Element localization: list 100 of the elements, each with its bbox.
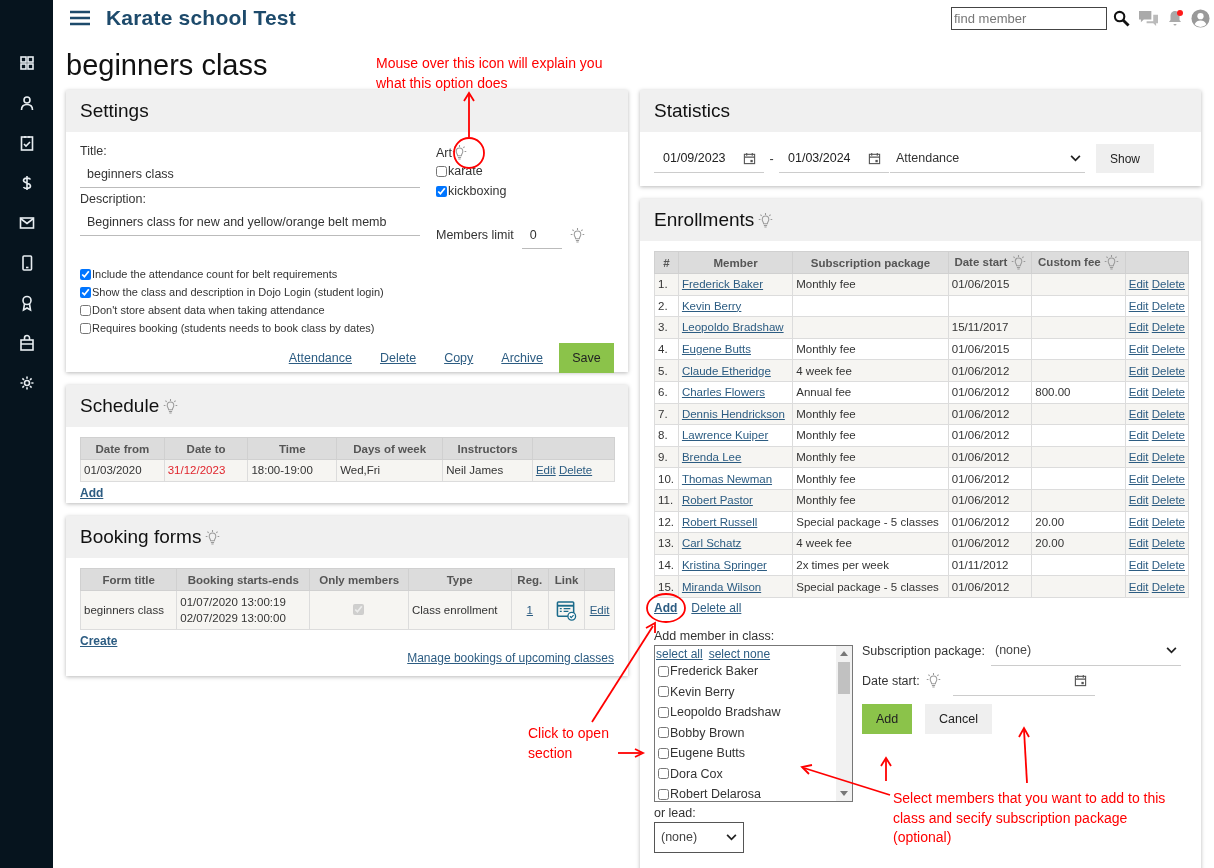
- action-link[interactable]: Attendance: [288, 351, 352, 365]
- row-action-link[interactable]: Delete: [1151, 321, 1185, 334]
- calendar-icon[interactable]: [1073, 673, 1087, 687]
- row-action-link[interactable]: Delete: [1151, 451, 1185, 464]
- action-link[interactable]: Delete: [380, 351, 417, 365]
- lightbulb-icon[interactable]: [758, 211, 774, 229]
- table-cell: 8.: [654, 424, 679, 447]
- row-action-link[interactable]: Delete: [1151, 537, 1185, 550]
- checkbox[interactable]: [658, 727, 669, 739]
- row-action-link[interactable]: Delete: [1151, 343, 1185, 356]
- registrations-link[interactable]: 1: [526, 604, 533, 616]
- menu-icon[interactable]: [70, 10, 90, 26]
- checkbox[interactable]: [658, 747, 669, 759]
- date-field[interactable]: 01/09/2023: [654, 144, 764, 173]
- row-action-link[interactable]: Delete: [1151, 386, 1185, 399]
- create-link[interactable]: Create: [80, 634, 118, 648]
- add-button[interactable]: Add: [862, 703, 912, 734]
- calendar-icon[interactable]: [868, 151, 881, 165]
- select-all-link[interactable]: select all: [656, 646, 703, 661]
- checkbox-label: Eugene Butts: [670, 746, 746, 761]
- row-action-link[interactable]: Edit: [1128, 580, 1149, 593]
- scrollbar[interactable]: [836, 645, 852, 801]
- manage-bookings-link[interactable]: Manage bookings of upcoming classes: [407, 651, 614, 665]
- row-action-link[interactable]: Delete: [558, 464, 593, 477]
- row-action-link[interactable]: Edit: [1128, 494, 1149, 507]
- row-action-link[interactable]: Delete: [1151, 559, 1185, 571]
- row-action-link[interactable]: Edit: [1128, 343, 1149, 356]
- action-link[interactable]: Archive: [501, 351, 543, 365]
- row-action-link[interactable]: Delete: [1151, 407, 1185, 420]
- checkbox[interactable]: [658, 706, 669, 718]
- checkbox[interactable]: [80, 304, 91, 316]
- row-action-link[interactable]: Edit: [535, 464, 556, 477]
- row-action-link[interactable]: Edit: [1128, 451, 1149, 464]
- column-header: Form title: [80, 568, 177, 591]
- row-action-link[interactable]: Edit: [1128, 278, 1149, 291]
- title-field[interactable]: beginners class: [80, 160, 420, 188]
- select-none-link[interactable]: select none: [708, 646, 771, 661]
- row-action-link[interactable]: Edit: [1128, 559, 1149, 571]
- row-action-link[interactable]: Edit: [1128, 321, 1149, 334]
- checkbox[interactable]: [658, 788, 669, 800]
- lightbulb-icon[interactable]: [925, 672, 941, 690]
- delete-all-link[interactable]: Delete all: [691, 600, 742, 615]
- settings-icon[interactable]: [18, 374, 35, 392]
- description-field[interactable]: Beginners class for new and yellow/orange belt memb: [80, 208, 420, 236]
- field-label: or lead:: [654, 805, 697, 820]
- row-action-link[interactable]: Delete: [1151, 278, 1185, 291]
- show-button[interactable]: Show: [1096, 144, 1154, 173]
- row-action-link[interactable]: Delete: [1151, 472, 1185, 485]
- row-action-link[interactable]: Delete: [1151, 364, 1185, 377]
- package-select[interactable]: (none): [991, 635, 1181, 666]
- date-field[interactable]: 01/03/2024: [779, 144, 889, 173]
- save-button[interactable]: Save: [559, 343, 614, 373]
- table-cell: Special package - 5 classes: [792, 511, 949, 533]
- person-icon[interactable]: [18, 94, 35, 112]
- members-limit-field[interactable]: 0: [521, 221, 562, 249]
- checkbox[interactable]: [436, 165, 447, 177]
- row-action-link[interactable]: Delete: [1151, 429, 1185, 442]
- checkbox[interactable]: [436, 185, 447, 197]
- action-link[interactable]: Copy: [444, 351, 474, 365]
- form-link-icon[interactable]: [556, 599, 578, 621]
- row-action-link[interactable]: Delete: [1151, 580, 1185, 593]
- row-action-link[interactable]: Edit: [1128, 299, 1149, 312]
- row-action-link[interactable]: Delete: [1151, 515, 1185, 528]
- avatar-icon[interactable]: [1191, 8, 1210, 28]
- calendar-icon[interactable]: [743, 151, 756, 165]
- row-action-link[interactable]: Edit: [1128, 472, 1149, 485]
- checkbox[interactable]: [80, 286, 91, 298]
- scroll-up-icon[interactable]: [840, 649, 848, 656]
- row-action-link[interactable]: Edit: [1128, 537, 1149, 550]
- lead-select[interactable]: (none): [654, 821, 744, 853]
- search-field[interactable]: find member: [951, 6, 1107, 30]
- clipboard-check-icon[interactable]: [18, 134, 35, 152]
- row-action-link[interactable]: Edit: [1128, 386, 1149, 399]
- row-action-link[interactable]: Delete: [1151, 494, 1185, 507]
- row-action-link[interactable]: Edit: [1128, 407, 1149, 420]
- arrow: [617, 748, 645, 758]
- dashboard-icon[interactable]: [18, 54, 35, 72]
- checkbox[interactable]: [80, 268, 91, 280]
- lightbulb-icon[interactable]: [163, 397, 179, 415]
- row-action-link[interactable]: Edit: [1128, 364, 1149, 377]
- add-link[interactable]: Add: [80, 485, 104, 500]
- checkbox[interactable]: [658, 686, 669, 698]
- lightbulb-icon[interactable]: [205, 528, 221, 546]
- checkbox[interactable]: [658, 768, 669, 780]
- bell-icon[interactable]: [1167, 9, 1183, 27]
- mail-icon[interactable]: [18, 214, 35, 232]
- report-select[interactable]: Attendance: [890, 144, 1085, 173]
- checkbox[interactable]: [80, 322, 91, 334]
- scroll-down-icon[interactable]: [840, 790, 848, 797]
- checkbox[interactable]: [658, 665, 669, 677]
- cancel-button[interactable]: Cancel: [925, 703, 992, 734]
- row-action-link[interactable]: Edit: [1128, 429, 1149, 442]
- scrollbar-thumb[interactable]: [838, 661, 850, 694]
- chat-icon[interactable]: [1138, 8, 1159, 28]
- shopping-bag-icon[interactable]: [18, 334, 35, 352]
- lightbulb-icon[interactable]: [569, 226, 585, 244]
- row-action-link[interactable]: Edit: [1128, 515, 1149, 528]
- row-action-link[interactable]: Delete: [1151, 299, 1185, 312]
- search-icon[interactable]: [1113, 9, 1130, 27]
- add-link[interactable]: Add: [654, 600, 678, 615]
